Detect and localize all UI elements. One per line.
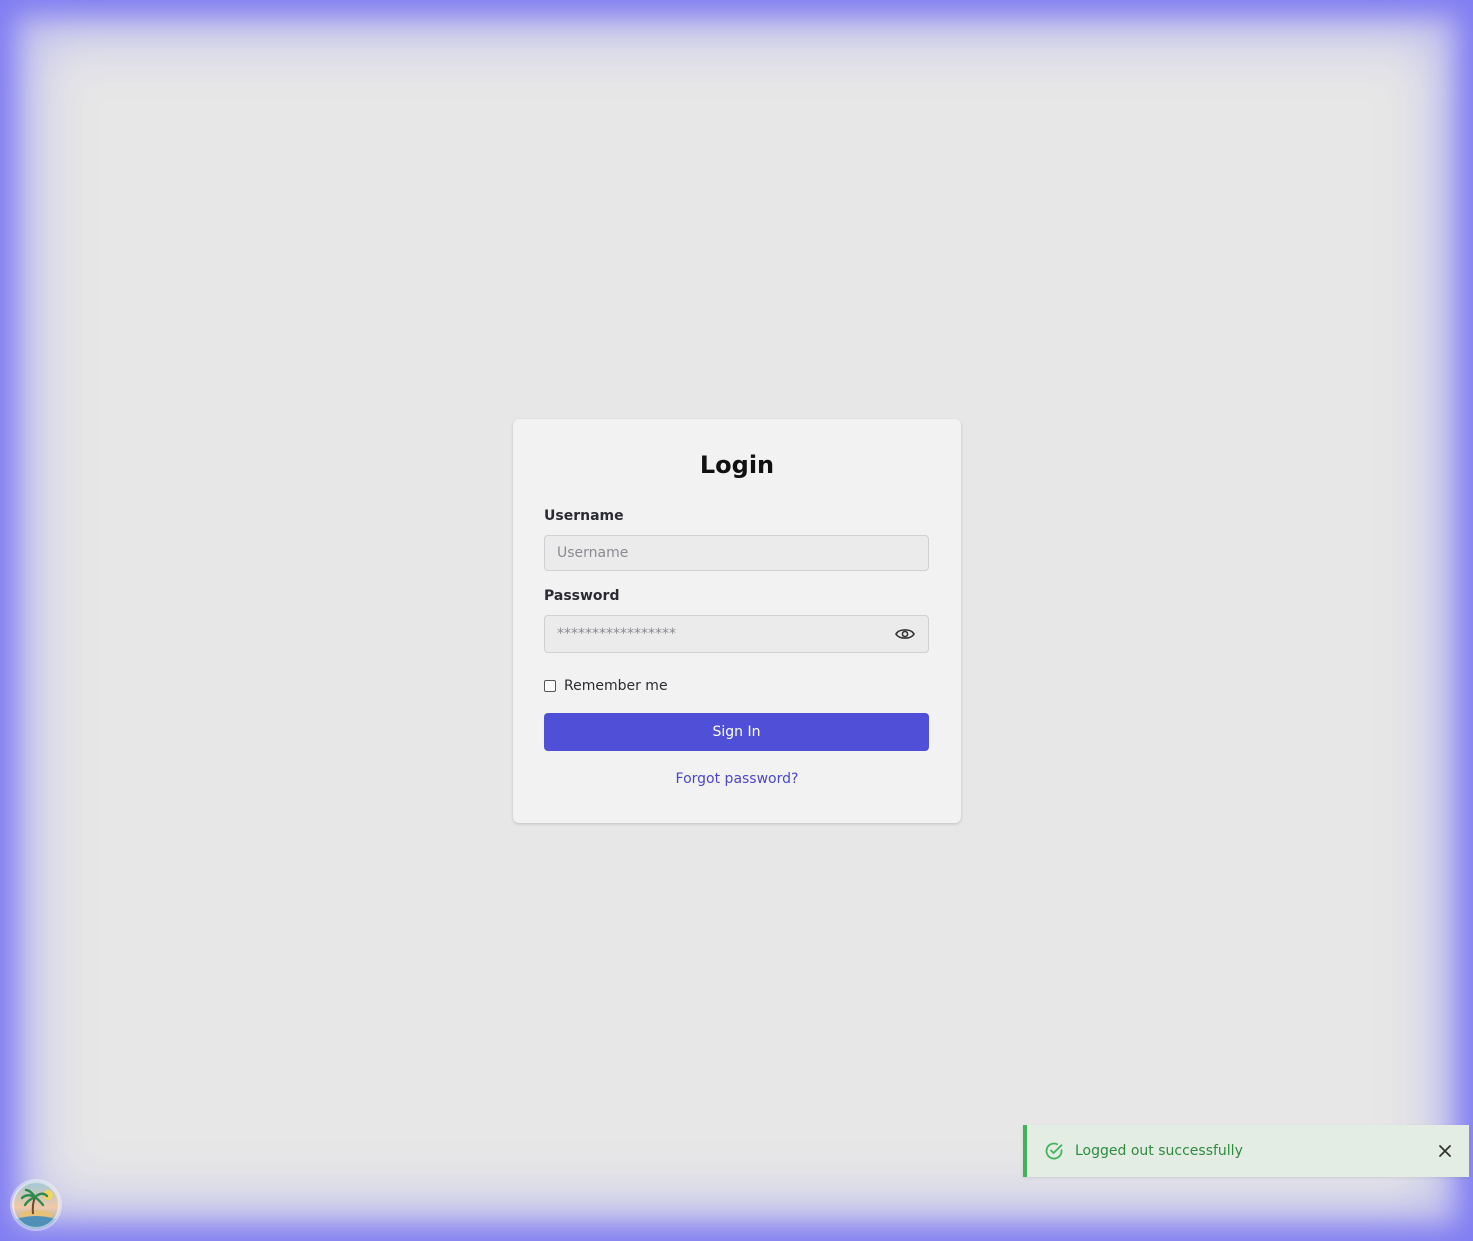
forgot-password-text[interactable]: Forgot password? (676, 771, 799, 787)
login-title: Login (699, 451, 775, 479)
eye-icon[interactable] (893, 624, 917, 644)
toast-message: Logged out successfully (1075, 1143, 1243, 1159)
password-label: Password (544, 588, 620, 604)
tropical-island-icon (12, 1181, 60, 1229)
close-icon[interactable] (1435, 1141, 1455, 1161)
remember-me-checkbox[interactable] (544, 680, 556, 692)
username-input[interactable] (544, 535, 929, 571)
check-circle-icon (1044, 1141, 1064, 1161)
password-input[interactable] (544, 615, 929, 653)
avatar[interactable] (12, 1181, 60, 1229)
remember-me-row: Remember me (544, 678, 668, 694)
remember-me-label[interactable]: Remember me (564, 678, 668, 694)
login-card: Login Username Password Remember me Sign… (513, 419, 961, 823)
forgot-password-link[interactable]: Forgot password? (513, 771, 961, 787)
sign-in-button[interactable]: Sign In (544, 713, 929, 751)
success-toast: Logged out successfully (1023, 1125, 1469, 1177)
username-label: Username (544, 508, 624, 524)
